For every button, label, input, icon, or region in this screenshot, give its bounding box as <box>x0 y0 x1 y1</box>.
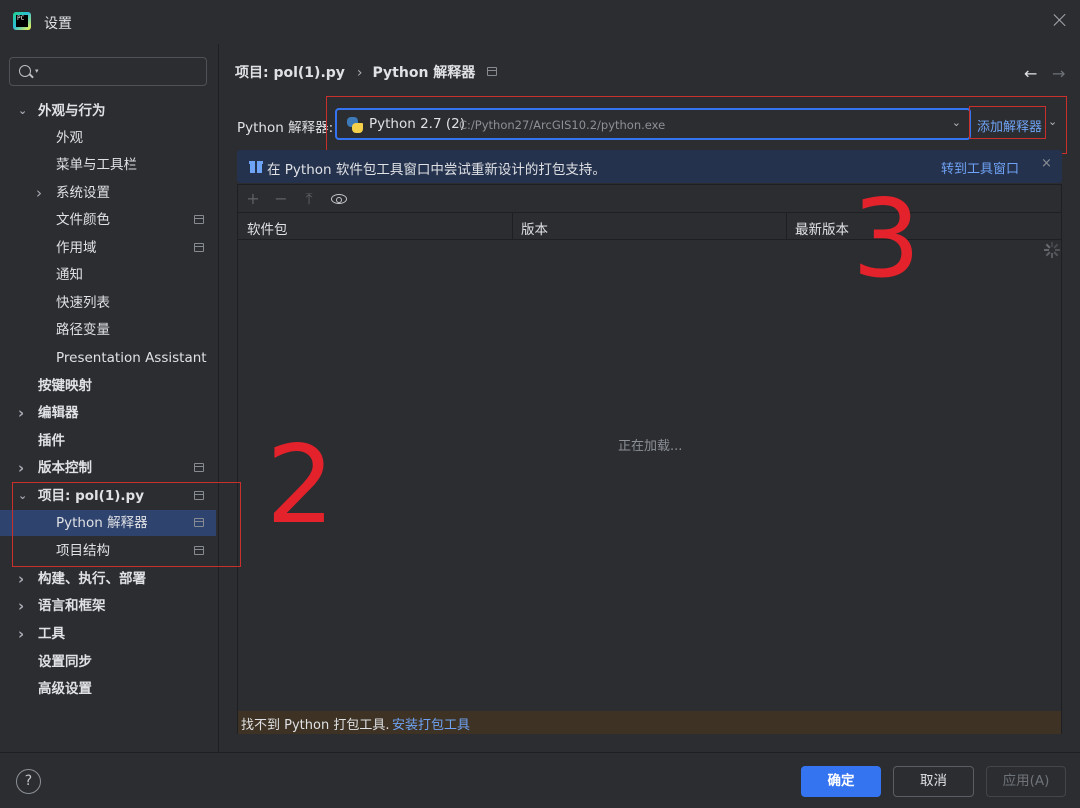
sidebar-item[interactable]: 文件颜色 <box>0 207 216 233</box>
apply-button[interactable]: 应用(A) <box>986 766 1066 797</box>
column-divider <box>786 213 787 240</box>
loading-spinner-icon <box>1044 242 1060 258</box>
column-divider <box>512 213 513 240</box>
sidebar-item[interactable]: › 构建、执行、部署 <box>0 566 216 592</box>
sidebar-item-label: Presentation Assistant <box>56 350 207 366</box>
sidebar-item-label: 按键映射 <box>38 378 92 394</box>
sidebar-item-label: 路径变量 <box>56 322 110 338</box>
sidebar-item[interactable]: › 版本控制 <box>0 455 216 481</box>
sidebar-item-label: 外观 <box>56 130 83 146</box>
remove-package-icon[interactable]: − <box>271 189 291 209</box>
sidebar-item[interactable]: 菜单与工具栏 <box>0 152 216 178</box>
close-icon[interactable] <box>1052 12 1068 28</box>
sidebar-item-label: 构建、执行、部署 <box>38 571 146 587</box>
chevron-right-icon[interactable]: › <box>18 621 30 647</box>
annotation-number-2: 2 <box>266 423 335 548</box>
chevron-right-icon[interactable]: › <box>18 400 30 426</box>
sidebar-item[interactable]: 按键映射 <box>0 373 216 399</box>
back-arrow-icon[interactable]: ← <box>1024 64 1037 83</box>
cancel-button[interactable]: 取消 <box>893 766 974 797</box>
banner-text: 在 Python 软件包工具窗口中尝试重新设计的打包支持。 <box>267 162 606 178</box>
add-package-icon[interactable]: + <box>243 189 263 209</box>
project-scope-icon <box>194 215 204 224</box>
chevron-down-icon[interactable]: ⌄ <box>18 98 30 124</box>
help-button[interactable]: ? <box>16 769 41 794</box>
breadcrumb-page: Python 解释器 <box>372 65 476 81</box>
annotation-number-3: 3 <box>852 177 921 302</box>
sidebar-item-label: 通知 <box>56 267 83 283</box>
banner-close-icon[interactable]: × <box>1041 156 1052 171</box>
sidebar-item-label: 编辑器 <box>38 405 79 421</box>
sidebar-item-label: 菜单与工具栏 <box>56 157 137 173</box>
project-scope-icon <box>194 463 204 472</box>
annotation-box-2 <box>12 482 241 567</box>
eye-icon[interactable] <box>331 194 347 204</box>
breadcrumb-project[interactable]: 项目: pol(1).py <box>235 65 345 81</box>
sidebar-item[interactable]: 设置同步 <box>0 649 216 675</box>
main-panel: 项目: pol(1).py › Python 解释器 ← → Python 解释器:… <box>219 44 1080 752</box>
sidebar-item[interactable]: › 语言和框架 <box>0 593 216 619</box>
chevron-down-icon[interactable]: ▾ <box>35 67 39 75</box>
packages-panel: + − ⤒ 软件包 版本 最新版本 正在加载... 找不到 Python 打包工… <box>237 184 1062 734</box>
upgrade-package-icon[interactable]: ⤒ <box>299 189 319 209</box>
breadcrumb-separator: › <box>356 65 363 81</box>
info-banner: 在 Python 软件包工具窗口中尝试重新设计的打包支持。 转到工具窗口 × <box>237 150 1062 183</box>
sidebar-item-label: 版本控制 <box>38 460 92 476</box>
sidebar-item-label: 文件颜色 <box>56 212 110 228</box>
breadcrumb: 项目: pol(1).py › Python 解释器 <box>235 62 498 82</box>
sidebar-item[interactable]: › 工具 <box>0 621 216 647</box>
sidebar-item[interactable]: 通知 <box>0 262 216 288</box>
sidebar-item[interactable]: ⌄ 外观与行为 <box>0 98 216 124</box>
sidebar-item[interactable]: 插件 <box>0 428 216 454</box>
pycharm-logo-icon: PC <box>13 12 31 30</box>
sidebar-item[interactable]: Presentation Assistant <box>0 345 216 371</box>
column-header-package[interactable]: 软件包 <box>247 218 288 238</box>
chevron-right-icon[interactable]: › <box>36 180 48 206</box>
column-header-version[interactable]: 版本 <box>521 218 548 238</box>
sidebar-item-label: 插件 <box>38 433 65 449</box>
ok-button[interactable]: 确定 <box>801 766 881 797</box>
packages-table-header: 软件包 版本 最新版本 <box>238 213 1061 240</box>
title-bar: PC 设置 <box>0 0 1080 44</box>
sidebar-item-label: 作用域 <box>56 240 97 256</box>
search-icon <box>19 65 31 77</box>
goto-toolwindow-link[interactable]: 转到工具窗口 <box>941 158 1019 177</box>
sidebar-item[interactable]: › 编辑器 <box>0 400 216 426</box>
sidebar-item[interactable]: 快速列表 <box>0 290 216 316</box>
sidebar-item[interactable]: › 系统设置 <box>0 180 216 206</box>
sidebar-item-label: 高级设置 <box>38 681 92 697</box>
annotation-box-3 <box>326 96 1067 154</box>
column-header-latest[interactable]: 最新版本 <box>795 218 849 238</box>
sidebar-item-label: 工具 <box>38 626 65 642</box>
sidebar-item-label: 设置同步 <box>38 654 92 670</box>
chevron-right-icon[interactable]: › <box>18 593 30 619</box>
sidebar-item-label: 系统设置 <box>56 185 110 201</box>
sidebar-item[interactable]: 作用域 <box>0 235 216 261</box>
project-scope-icon <box>194 243 204 252</box>
sidebar-item[interactable]: 路径变量 <box>0 317 216 343</box>
footer-text: 找不到 Python 打包工具. <box>241 718 390 733</box>
settings-search[interactable]: ▾ <box>9 57 207 86</box>
interpreter-label: Python 解释器: <box>237 120 334 136</box>
chevron-right-icon[interactable]: › <box>18 566 30 592</box>
forward-arrow-icon[interactable]: → <box>1052 64 1065 83</box>
window-title: 设置 <box>44 16 72 32</box>
sidebar-item[interactable]: 外观 <box>0 125 216 151</box>
sidebar-item-label: 语言和框架 <box>38 598 106 614</box>
install-packaging-tools-link[interactable]: 安装打包工具 <box>392 714 470 733</box>
packages-footer: 找不到 Python 打包工具. 安装打包工具 <box>238 711 1061 734</box>
loading-text: 正在加载... <box>618 439 683 454</box>
sidebar-item-label: 外观与行为 <box>38 103 106 119</box>
search-input[interactable] <box>46 62 196 82</box>
sidebar-item[interactable]: 高级设置 <box>0 676 216 702</box>
sidebar-item-label: 快速列表 <box>56 295 110 311</box>
project-scope-icon <box>487 67 498 76</box>
gift-icon <box>249 159 263 173</box>
settings-sidebar: ▾ ⌄ 外观与行为外观菜单与工具栏 › 系统设置文件颜色作用域通知快速列表路径变量 Pr… <box>0 44 218 752</box>
packages-toolbar: + − ⤒ <box>238 185 1061 213</box>
footer-divider <box>0 752 1080 753</box>
chevron-right-icon[interactable]: › <box>18 455 30 481</box>
